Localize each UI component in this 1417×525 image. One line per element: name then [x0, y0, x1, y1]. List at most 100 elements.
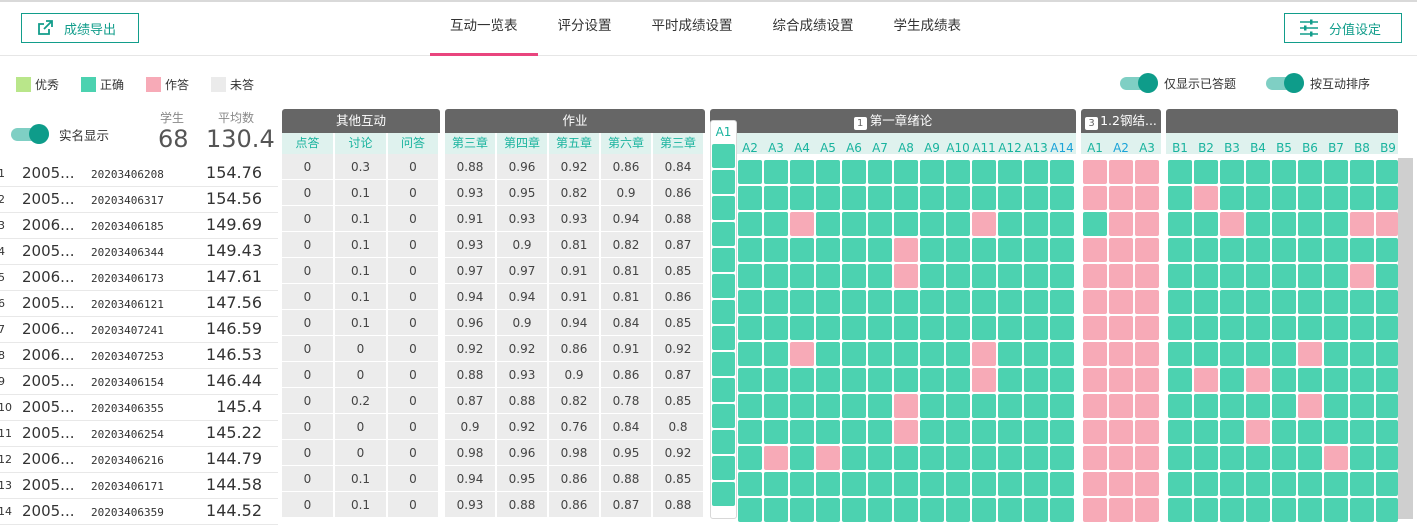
answer-cell[interactable] [920, 394, 944, 418]
answer-cell[interactable] [1246, 212, 1270, 236]
answer-cell[interactable] [972, 290, 996, 314]
answer-cell[interactable] [842, 446, 866, 470]
table-cell[interactable]: 0.93 [497, 362, 549, 387]
answer-cell[interactable] [816, 316, 840, 340]
answer-cell[interactable] [1376, 160, 1398, 184]
column-header[interactable]: A3 [763, 138, 789, 159]
answer-cell[interactable] [972, 368, 996, 392]
answer-cell[interactable] [1324, 212, 1348, 236]
answer-cell[interactable] [842, 368, 866, 392]
column-header[interactable]: A12 [997, 138, 1023, 159]
answer-cell[interactable] [998, 498, 1022, 522]
answer-cell[interactable] [712, 300, 735, 324]
table-cell[interactable]: 0.98 [445, 440, 497, 465]
table-cell[interactable]: 0 [388, 180, 440, 205]
answer-cell[interactable] [894, 472, 918, 496]
answer-cell[interactable] [1109, 446, 1133, 470]
answer-cell[interactable] [842, 342, 866, 366]
table-cell[interactable]: 0.92 [549, 154, 601, 179]
answer-cell[interactable] [738, 316, 762, 340]
table-cell[interactable]: 0 [282, 310, 335, 335]
answer-cell[interactable] [868, 472, 892, 496]
table-cell[interactable]: 0.96 [497, 440, 549, 465]
answer-cell[interactable] [790, 212, 814, 236]
answer-cell[interactable] [1135, 420, 1159, 444]
answer-cell[interactable] [712, 352, 735, 376]
answer-cell[interactable] [1168, 264, 1192, 288]
answer-cell[interactable] [1376, 472, 1398, 496]
table-cell[interactable]: 0.86 [549, 466, 601, 491]
answer-cell[interactable] [946, 472, 970, 496]
answer-cell[interactable] [1194, 238, 1218, 262]
answer-cell[interactable] [1220, 498, 1244, 522]
table-cell[interactable]: 0.81 [601, 258, 653, 283]
answer-cell[interactable] [1246, 420, 1270, 444]
table-cell[interactable]: 0 [282, 258, 335, 283]
table-cell[interactable]: 0 [388, 206, 440, 231]
answer-cell[interactable] [1109, 160, 1133, 184]
answer-cell[interactable] [1168, 342, 1192, 366]
table-cell[interactable]: 0.93 [549, 206, 601, 231]
answer-cell[interactable] [1350, 394, 1374, 418]
table-cell[interactable]: 0 [388, 388, 440, 413]
answer-cell[interactable] [1024, 342, 1048, 366]
answer-cell[interactable] [1168, 160, 1192, 184]
column-header[interactable]: B7 [1323, 138, 1349, 159]
column-header[interactable]: A2 [1108, 138, 1134, 159]
answer-cell[interactable] [920, 342, 944, 366]
answer-cell[interactable] [764, 446, 788, 470]
table-cell[interactable]: 0 [388, 232, 440, 257]
answer-cell[interactable] [894, 316, 918, 340]
table-cell[interactable]: 0 [388, 362, 440, 387]
answer-cell[interactable] [712, 456, 735, 480]
answer-cell[interactable] [816, 394, 840, 418]
answer-cell[interactable] [1376, 212, 1398, 236]
answer-cell[interactable] [1135, 212, 1159, 236]
answer-cell[interactable] [894, 446, 918, 470]
table-cell[interactable]: 0.95 [497, 180, 549, 205]
answer-cell[interactable] [1109, 186, 1133, 210]
answer-cell[interactable] [1024, 498, 1048, 522]
answer-cell[interactable] [738, 160, 762, 184]
answer-cell[interactable] [1083, 498, 1107, 522]
answer-cell[interactable] [738, 420, 762, 444]
answer-cell[interactable] [1272, 316, 1296, 340]
answer-cell[interactable] [1220, 290, 1244, 314]
answer-cell[interactable] [1083, 160, 1107, 184]
table-cell[interactable]: 0.91 [549, 284, 601, 309]
table-cell[interactable]: 0.92 [653, 336, 705, 361]
answer-cell[interactable] [920, 316, 944, 340]
table-cell[interactable]: 0.86 [549, 336, 601, 361]
answer-cell[interactable] [1298, 212, 1322, 236]
answer-cell[interactable] [1109, 290, 1133, 314]
answer-cell[interactable] [1220, 212, 1244, 236]
table-cell[interactable]: 0.88 [497, 388, 549, 413]
column-header[interactable]: B5 [1271, 138, 1297, 159]
answer-cell[interactable] [894, 212, 918, 236]
answer-cell[interactable] [764, 342, 788, 366]
answer-cell[interactable] [1168, 498, 1192, 522]
answer-cell[interactable] [920, 264, 944, 288]
answer-cell[interactable] [738, 394, 762, 418]
answer-cell[interactable] [1109, 420, 1133, 444]
answer-cell[interactable] [1050, 472, 1074, 496]
table-cell[interactable]: 0.86 [653, 284, 705, 309]
answer-cell[interactable] [1298, 160, 1322, 184]
answer-cell[interactable] [998, 316, 1022, 340]
answer-cell[interactable] [1050, 238, 1074, 262]
student-row[interactable]: 11 2005... 20203406254 145.22 [0, 421, 278, 447]
answer-cell[interactable] [1272, 264, 1296, 288]
student-row[interactable]: 14 2005... 20203406359 144.52 [0, 499, 278, 525]
answer-cell[interactable] [998, 160, 1022, 184]
table-cell[interactable]: 0.96 [497, 154, 549, 179]
table-cell[interactable]: 0.86 [549, 492, 601, 517]
answer-cell[interactable] [1194, 394, 1218, 418]
answer-cell[interactable] [1083, 290, 1107, 314]
table-cell[interactable]: 0.9 [549, 362, 601, 387]
table-cell[interactable]: 0.95 [601, 440, 653, 465]
answer-cell[interactable] [1246, 316, 1270, 340]
answer-cell[interactable] [1168, 290, 1192, 314]
table-cell[interactable]: 0 [282, 440, 335, 465]
answer-cell[interactable] [712, 248, 735, 272]
answer-cell[interactable] [1298, 238, 1322, 262]
